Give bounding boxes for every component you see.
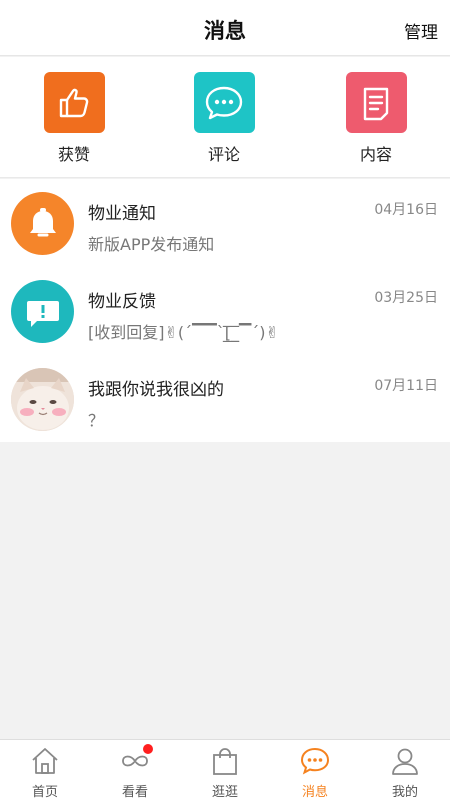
likes-shortcut[interactable]: 获赞 — [34, 72, 114, 165]
tab-home[interactable]: 首页 — [0, 740, 90, 800]
manage-button[interactable]: 管理 — [404, 18, 438, 43]
comments-shortcut[interactable]: 评论 — [184, 72, 264, 165]
top-bar: 消息 管理 — [0, 0, 450, 56]
message-date: 07月11日 — [374, 378, 438, 394]
message-row-property-notice[interactable]: 物业通知 新版APP发布通知 04月16日 — [0, 179, 450, 267]
document-icon — [345, 72, 407, 133]
quick-actions-bar: 获赞 评论 内容 — [0, 57, 450, 178]
person-icon — [389, 745, 421, 777]
tab-label: 看看 — [121, 785, 148, 800]
tab-label: 消息 — [301, 785, 328, 800]
tab-messages[interactable]: 消息 — [270, 740, 360, 800]
message-sender: 物业通知 — [88, 204, 156, 224]
home-icon — [29, 745, 61, 777]
message-row-user-chat[interactable]: 我跟你说我很凶的 ？ 07月11日 — [0, 355, 450, 443]
message-sender: 物业反馈 — [88, 292, 156, 312]
comments-label: 评论 — [207, 145, 240, 164]
shopping-bag-icon — [209, 745, 241, 777]
bottom-tab-bar: 首页 看看 逛逛 消息 我的 — [0, 739, 450, 800]
message-preview: [收到回复]✌(ˊ▔▔ˋ[̲̅_̲̅▔ˊ)✌ — [88, 323, 279, 342]
content-label: 内容 — [359, 145, 392, 164]
message-preview: ？ — [88, 411, 105, 430]
message-sender: 我跟你说我很凶的 — [88, 380, 224, 400]
tab-shopping[interactable]: 逛逛 — [180, 740, 270, 800]
notification-badge — [143, 744, 153, 754]
feedback-icon — [11, 280, 74, 343]
content-shortcut[interactable]: 内容 — [336, 72, 416, 165]
bell-icon — [11, 192, 74, 255]
tab-label: 逛逛 — [211, 785, 238, 800]
cat-photo-avatar — [11, 368, 74, 431]
likes-label: 获赞 — [57, 145, 90, 164]
tab-profile[interactable]: 我的 — [360, 740, 450, 800]
message-bubble-icon — [299, 745, 331, 777]
tab-label: 我的 — [391, 785, 418, 800]
thumbs-up-icon — [43, 72, 105, 133]
tab-label: 首页 — [31, 785, 58, 800]
message-date: 04月16日 — [374, 202, 438, 218]
message-preview: 新版APP发布通知 — [88, 235, 215, 254]
infinity-icon — [119, 744, 153, 777]
message-date: 03月25日 — [374, 290, 438, 306]
message-row-property-feedback[interactable]: 物业反馈 [收到回复]✌(ˊ▔▔ˋ[̲̅_̲̅▔ˊ)✌ 03月25日 — [0, 267, 450, 355]
comment-bubble-icon — [193, 72, 255, 133]
page-title: 消息 — [204, 19, 246, 43]
tab-discover[interactable]: 看看 — [90, 740, 180, 800]
message-list: 物业通知 新版APP发布通知 04月16日 物业反馈 [收到回复]✌(ˊ▔▔ˋ[… — [0, 179, 450, 442]
